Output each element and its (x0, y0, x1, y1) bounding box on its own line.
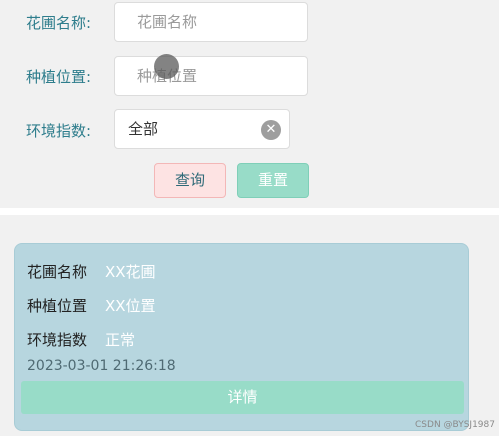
watermark: CSDN @BYSJ1987 (415, 420, 495, 430)
environment-index-select[interactable]: 全部 ✕ (114, 109, 290, 149)
planting-location-input[interactable]: 种植位置 (114, 56, 308, 96)
planting-location-field-label: 种植位置 (27, 297, 88, 315)
planting-location-label: 种植位置: (26, 68, 92, 86)
section-divider (0, 208, 499, 215)
touch-cursor (154, 54, 179, 79)
garden-name-field-value: XX花圃 (105, 263, 156, 281)
reset-button[interactable]: 重置 (237, 163, 309, 198)
environment-index-value: 全部 (128, 120, 159, 138)
record-timestamp: 2023-03-01 21:26:18 (27, 358, 176, 374)
query-button[interactable]: 查询 (154, 163, 226, 198)
filter-form: 花圃名称: 花圃名称 种植位置: 种植位置 环境指数: 全部 ✕ 查询 重置 (0, 0, 499, 208)
garden-name-input[interactable]: 花圃名称 (114, 2, 308, 42)
environment-index-label: 环境指数: (26, 122, 92, 140)
garden-name-field-label: 花圃名称 (27, 263, 88, 281)
close-circle-icon[interactable]: ✕ (261, 120, 281, 140)
environment-index-field-label: 环境指数 (27, 331, 88, 349)
garden-name-label: 花圃名称: (26, 14, 92, 32)
garden-card: 花圃名称 XX花圃 种植位置 XX位置 环境指数 正常 2023-03-01 2… (14, 243, 469, 431)
detail-button[interactable]: 详情 (21, 381, 464, 414)
environment-index-field-value: 正常 (105, 331, 136, 349)
planting-location-field-value: XX位置 (105, 297, 156, 315)
